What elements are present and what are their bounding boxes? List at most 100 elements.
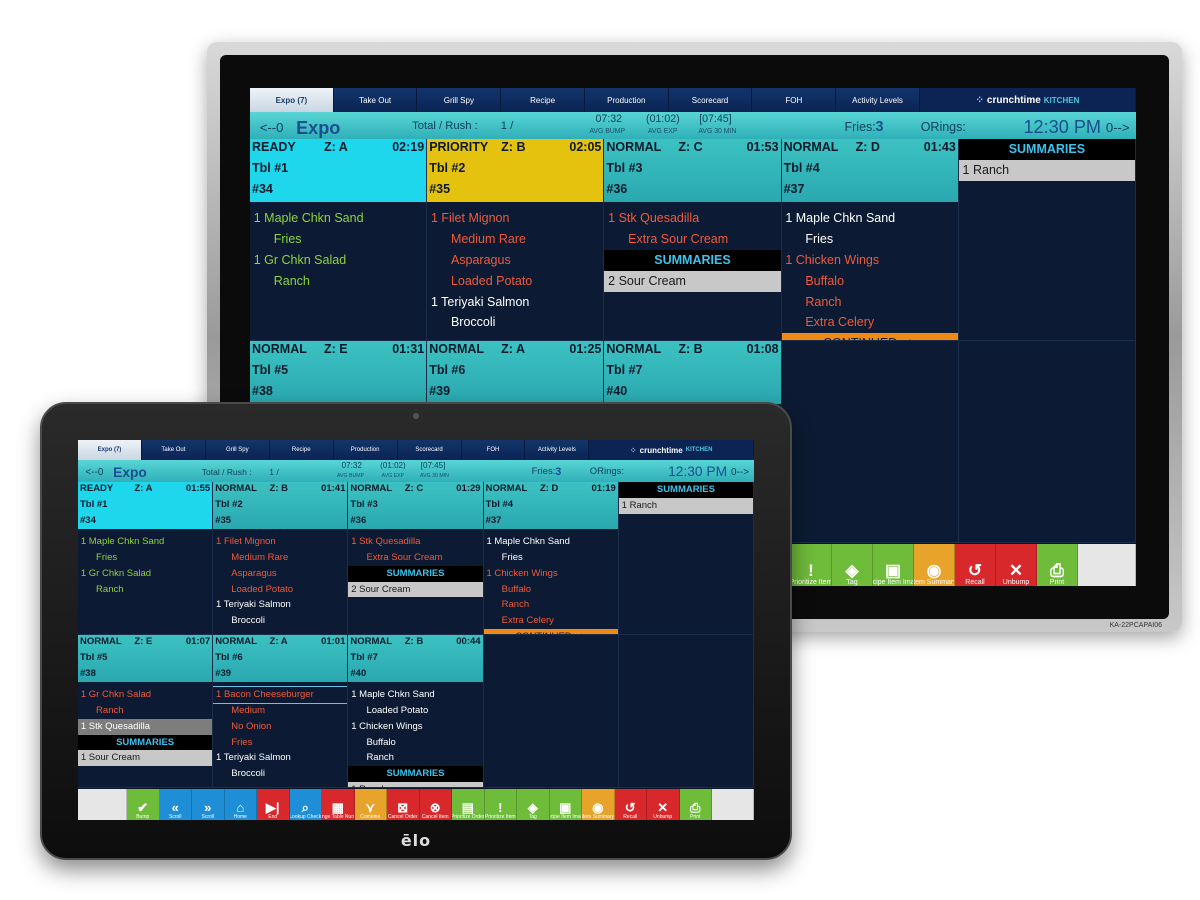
prev-page-button[interactable]: <--0 bbox=[85, 467, 103, 478]
order-ticket[interactable]: NORMAL Z: D 01:19 Tbl #4 #37 1 Maple Chkn San… bbox=[483, 482, 619, 635]
continued-button[interactable]: CONTINUED --> bbox=[781, 333, 958, 340]
bump-button[interactable]: ✔ Bump bbox=[127, 789, 160, 820]
ticket-item[interactable]: 1 Maple Chkn Sand bbox=[782, 208, 958, 229]
next-page-button[interactable]: 0--> bbox=[731, 467, 749, 478]
lookup-check-button[interactable]: ⌕ Lookup Check bbox=[289, 789, 322, 820]
ticket-item[interactable]: 1 Chicken Wings bbox=[782, 250, 958, 271]
ticket-item[interactable]: Fries bbox=[782, 229, 958, 250]
order-ticket[interactable]: NORMAL Z: B 00:44 Tbl #7 #40 1 Maple Chkn San… bbox=[348, 635, 484, 788]
tag-button[interactable]: ◈ Tag bbox=[517, 789, 550, 820]
ticket-item[interactable]: 1 Bacon Cheeseburger bbox=[213, 686, 348, 704]
ticket-item[interactable]: Ranch bbox=[484, 597, 618, 613]
ticket-item[interactable]: Loaded Potato bbox=[213, 582, 347, 598]
ticket-item[interactable]: Fries bbox=[484, 550, 618, 566]
item-summary-button[interactable]: ◉ Item Summary bbox=[914, 544, 955, 586]
tab-foh[interactable]: FOH bbox=[461, 440, 526, 460]
tab-grill-spy[interactable]: Grill Spy bbox=[205, 440, 270, 460]
ticket-item[interactable]: 1 Maple Chkn Sand bbox=[484, 534, 618, 550]
prev-page-button[interactable]: <--0 bbox=[260, 120, 284, 135]
ticket-item[interactable]: Loaded Potato bbox=[348, 703, 482, 719]
next-page-button[interactable]: 0--> bbox=[1106, 120, 1130, 135]
ticket-item[interactable]: Asparagus bbox=[427, 250, 603, 271]
ticket-item[interactable]: 1 Gr Chkn Salad bbox=[250, 250, 426, 271]
prioritize-item-button[interactable]: ! Prioritize Item bbox=[791, 544, 832, 586]
tab-production[interactable]: Production bbox=[584, 88, 669, 112]
ticket-item[interactable]: 1 Filet Mignon bbox=[427, 208, 603, 229]
ticket-item[interactable]: Medium bbox=[213, 703, 347, 719]
order-ticket[interactable]: NORMAL Z: D 01:43 Tbl #4 #37 1 Maple Chkn San… bbox=[781, 139, 959, 341]
ticket-item[interactable]: Broccoli bbox=[213, 613, 347, 629]
order-ticket[interactable]: READY Z: A 01:55 Tbl #1 #34 1 Maple Chkn Sand… bbox=[78, 482, 214, 635]
order-ticket[interactable]: NORMAL Z: C 01:29 Tbl #3 #36 1 Stk Quesadilla… bbox=[348, 482, 484, 635]
ticket-item[interactable]: 1 Maple Chkn Sand bbox=[250, 208, 426, 229]
order-ticket[interactable]: NORMAL Z: B 01:41 Tbl #2 #35 1 Filet Mignon Me… bbox=[213, 482, 349, 635]
home-button[interactable]: ⌂ Home bbox=[224, 789, 257, 820]
tab-activity-levels[interactable]: Activity Levels bbox=[525, 440, 590, 460]
ticket-item[interactable]: Fries bbox=[250, 229, 426, 250]
ticket-item[interactable]: 1 Maple Chkn Sand bbox=[78, 534, 212, 550]
tab-production[interactable]: Production bbox=[333, 440, 398, 460]
unbump-button[interactable]: ✕ Unbump bbox=[647, 789, 680, 820]
tab-take-out[interactable]: Take Out bbox=[141, 440, 206, 460]
tab-foh[interactable]: FOH bbox=[752, 88, 837, 112]
tab-recipe[interactable]: Recipe bbox=[501, 88, 585, 112]
item-summary-button[interactable]: ◉ Item Summary bbox=[582, 789, 615, 820]
ticket-item[interactable]: 1 Stk Quesadilla bbox=[348, 534, 482, 550]
recall-button[interactable]: ↺ Recall bbox=[955, 544, 996, 586]
ticket-item[interactable]: Ranch bbox=[78, 582, 212, 598]
order-ticket[interactable]: PRIORITY Z: B 02:05 Tbl #2 #35 1 Filet Mignon… bbox=[427, 139, 605, 341]
ticket-item[interactable]: 1 Chicken Wings bbox=[348, 719, 482, 735]
ticket-item[interactable]: Ranch bbox=[782, 292, 958, 313]
unbump-button[interactable]: ✕ Unbump bbox=[996, 544, 1037, 586]
ticket-item[interactable]: Broccoli bbox=[213, 766, 347, 782]
ticket-item[interactable]: Asparagus bbox=[213, 566, 347, 582]
ticket-item[interactable]: Medium Rare bbox=[213, 550, 347, 566]
tab-activity-levels[interactable]: Activity Levels bbox=[836, 88, 920, 112]
ticket-item[interactable]: Extra Sour Cream bbox=[604, 229, 780, 250]
tab-take-out[interactable]: Take Out bbox=[333, 88, 418, 112]
ticket-item[interactable]: Fries bbox=[78, 550, 212, 566]
ticket-item[interactable]: Extra Celery bbox=[782, 312, 958, 333]
ticket-item[interactable]: Buffalo bbox=[782, 271, 958, 292]
tab-recipe[interactable]: Recipe bbox=[269, 440, 334, 460]
scroll-button[interactable]: » Scroll bbox=[192, 789, 225, 820]
cancel-item-button[interactable]: ⊗ Cancel Item bbox=[419, 789, 452, 820]
order-ticket[interactable]: NORMAL Z: C 01:53 Tbl #3 #36 1 Stk Quesadilla… bbox=[604, 139, 782, 341]
ticket-item[interactable]: 1 Stk Quesadilla bbox=[604, 208, 780, 229]
order-ticket[interactable]: NORMAL Z: A 01:01 Tbl #6 #39 1 Bacon Cheesebu… bbox=[213, 635, 349, 788]
ticket-item[interactable]: Broccoli bbox=[427, 312, 603, 333]
ticket-item[interactable]: Extra Celery bbox=[484, 613, 618, 629]
ticket-item[interactable]: Buffalo bbox=[484, 582, 618, 598]
change-table-number-button[interactable]: ▦Change Table Number bbox=[322, 789, 355, 820]
tab-grill-spy[interactable]: Grill Spy bbox=[417, 88, 502, 112]
ticket-item[interactable]: 1 Teriyaki Salmon bbox=[427, 292, 603, 313]
ticket-item[interactable]: Medium Rare bbox=[427, 229, 603, 250]
recipe-item-image-button[interactable]: ▣Recipe Item Image bbox=[549, 789, 582, 820]
ticket-item-selected[interactable]: 1 Stk Quesadilla bbox=[78, 718, 213, 735]
recipe-item-image-button[interactable]: ▣Recipe Item Image bbox=[873, 544, 914, 586]
recall-button[interactable]: ↺ Recall bbox=[614, 789, 647, 820]
scroll-button[interactable]: «Scroll bbox=[159, 789, 192, 820]
ticket-item[interactable]: Loaded Potato bbox=[427, 271, 603, 292]
tab-expo[interactable]: Expo (7) bbox=[78, 440, 142, 460]
prioritize-item-button[interactable]: ! Prioritize Item bbox=[484, 789, 517, 820]
ticket-item[interactable]: 1 Maple Chkn Sand bbox=[348, 687, 482, 703]
ticket-item[interactable]: Extra Sour Cream bbox=[348, 550, 482, 566]
end-button[interactable]: ▶| End bbox=[257, 789, 290, 820]
ticket-item[interactable]: Ranch bbox=[78, 703, 212, 719]
order-ticket[interactable]: READY Z: A 02:19 Tbl #1 #34 1 Maple Chkn Sand… bbox=[250, 139, 428, 341]
ticket-item[interactable]: 1 Chicken Wings bbox=[484, 566, 618, 582]
ticket-item[interactable]: Buffalo bbox=[348, 735, 482, 751]
print-button[interactable]: ⎙ Print bbox=[679, 789, 712, 820]
tag-button[interactable]: ◈ Tag bbox=[832, 544, 873, 586]
prioritize-order-button[interactable]: ▤ Prioritize Order bbox=[452, 789, 485, 820]
ticket-item[interactable]: Fries bbox=[213, 735, 347, 751]
ticket-item[interactable]: 1 Teriyaki Salmon bbox=[213, 597, 347, 613]
print-button[interactable]: ⎙ Print bbox=[1037, 544, 1078, 586]
tab-scorecard[interactable]: Scorecard bbox=[397, 440, 462, 460]
ticket-item[interactable]: 1 Gr Chkn Salad bbox=[78, 566, 212, 582]
cancel-order-button[interactable]: ⊠ Cancel Order bbox=[387, 789, 420, 820]
ticket-item[interactable]: Ranch bbox=[348, 750, 482, 766]
ticket-item[interactable]: 1 Teriyaki Salmon bbox=[213, 750, 347, 766]
combine-button[interactable]: ⋎ Combine bbox=[354, 789, 387, 820]
